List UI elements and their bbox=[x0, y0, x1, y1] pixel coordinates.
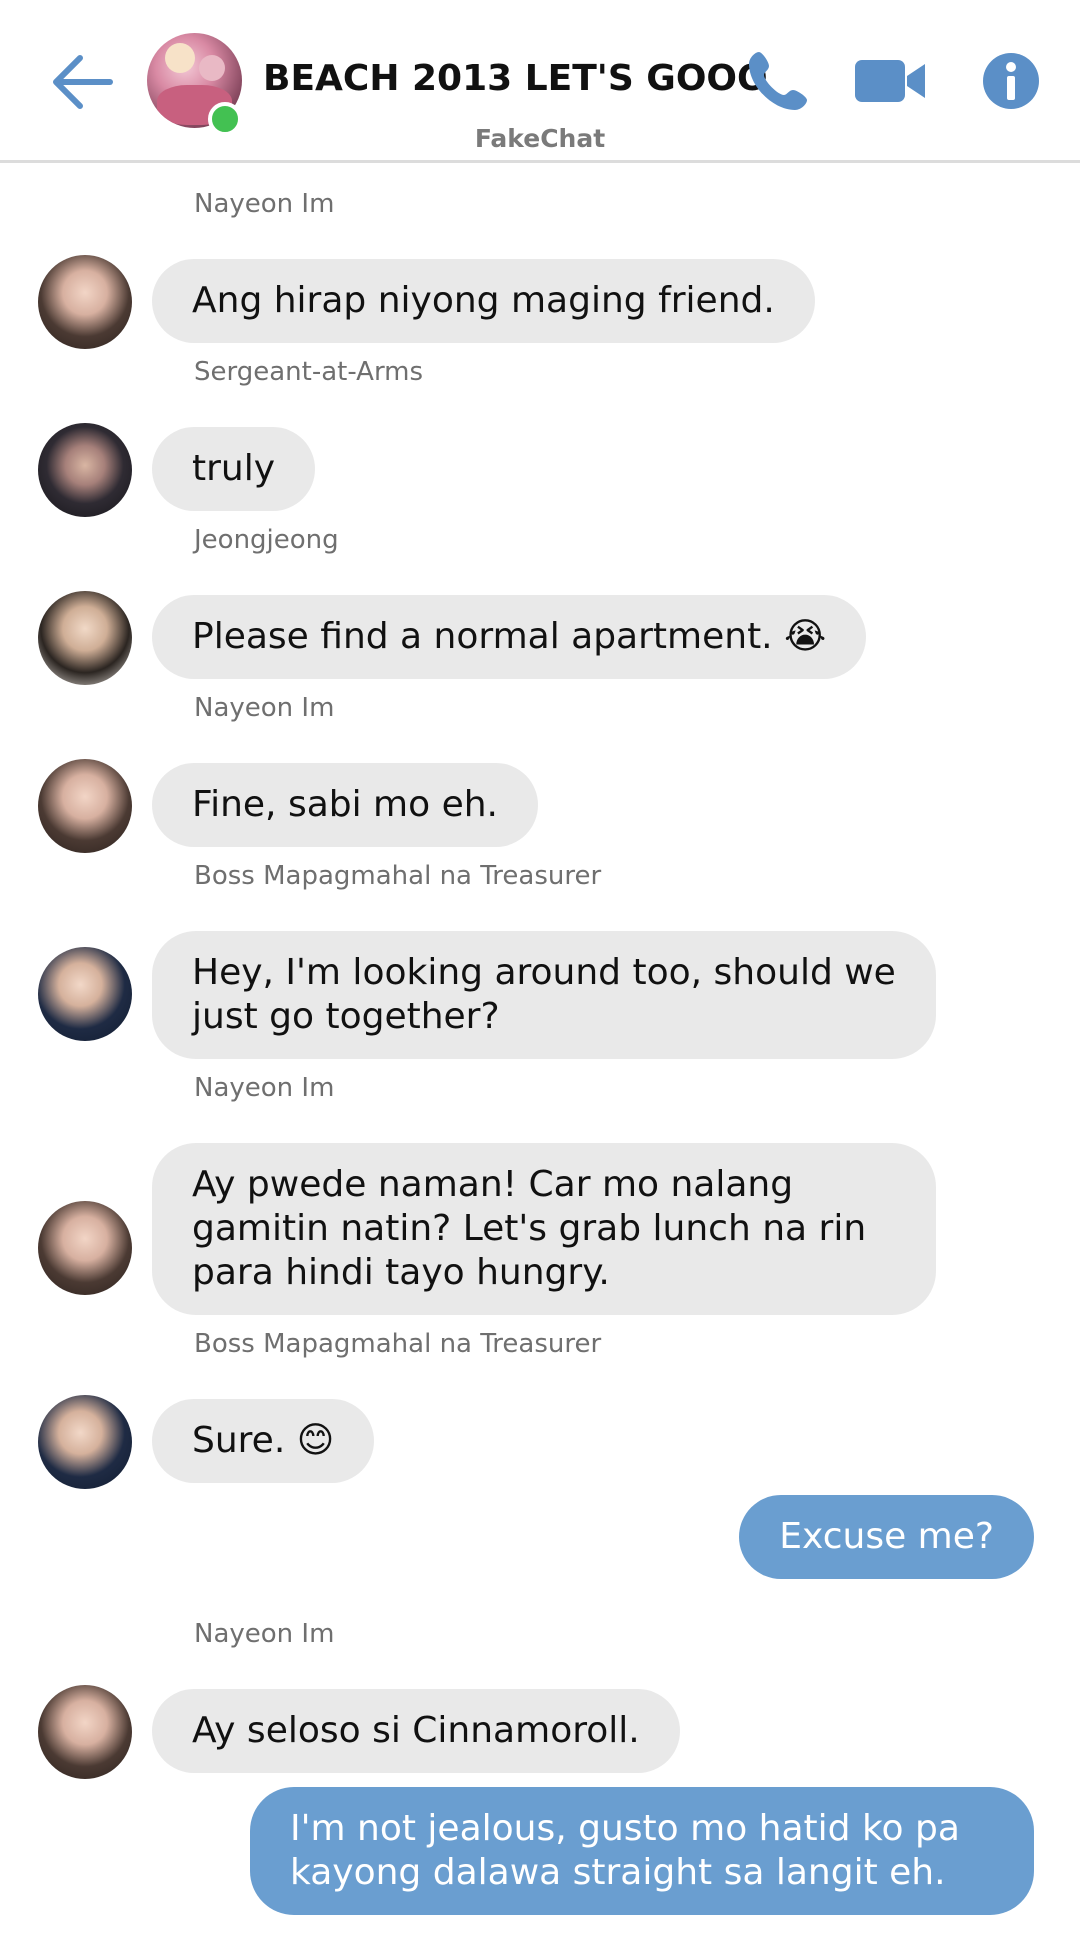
message-bubble[interactable]: Ay pwede naman! Car mo nalang gamitin na… bbox=[152, 1143, 936, 1315]
avatar[interactable] bbox=[38, 423, 132, 517]
avatar[interactable] bbox=[38, 1685, 132, 1779]
call-button[interactable] bbox=[745, 48, 811, 114]
avatar[interactable] bbox=[38, 255, 132, 349]
avatar[interactable] bbox=[38, 1201, 132, 1295]
message-bubble[interactable]: Hey, I'm looking around too, should we j… bbox=[152, 931, 936, 1059]
avatar[interactable] bbox=[38, 759, 132, 853]
sender-name: Boss Mapagmahal na Treasurer bbox=[194, 861, 602, 891]
sender-name: Sergeant-at-Arms bbox=[194, 357, 424, 387]
message-bubble[interactable]: truly bbox=[152, 427, 316, 511]
sender-name: Nayeon Im bbox=[194, 189, 335, 219]
my-message-bubble[interactable]: I'm not jealous, gusto mo hatid ko pa ka… bbox=[250, 1787, 1034, 1915]
arrow-left-icon bbox=[53, 55, 113, 109]
video-call-button[interactable] bbox=[853, 48, 927, 114]
sender-name: Nayeon Im bbox=[194, 1073, 335, 1103]
phone-icon bbox=[749, 52, 807, 110]
sender-name: Nayeon Im bbox=[194, 693, 335, 723]
info-button[interactable] bbox=[982, 52, 1040, 110]
message-bubble[interactable]: Ang hirap niyong maging friend. bbox=[152, 259, 815, 343]
avatar[interactable] bbox=[38, 947, 132, 1041]
video-camera-icon bbox=[855, 60, 925, 102]
chat-header: BEACH 2013 LET'S GOOO FakeChat bbox=[0, 0, 1080, 163]
chat-subtitle: FakeChat bbox=[474, 124, 606, 153]
message-bubble[interactable]: Ay seloso si Cinnamoroll. bbox=[152, 1689, 680, 1773]
message-bubble[interactable]: Sure. 😊 bbox=[152, 1399, 375, 1483]
back-button[interactable] bbox=[48, 50, 116, 114]
info-icon bbox=[983, 53, 1039, 109]
avatar[interactable] bbox=[38, 1395, 132, 1489]
chat-title[interactable]: BEACH 2013 LET'S GOOO bbox=[263, 58, 768, 99]
sender-name: Nayeon Im bbox=[194, 1619, 335, 1649]
message-list[interactable]: Nayeon Im Ang hirap niyong maging friend… bbox=[0, 163, 1080, 1935]
avatar[interactable] bbox=[38, 591, 132, 685]
sender-name: Jeongjeong bbox=[194, 525, 339, 555]
sender-name: Boss Mapagmahal na Treasurer bbox=[194, 1329, 602, 1359]
message-bubble[interactable]: Please find a normal apartment. 😭 bbox=[152, 595, 867, 679]
my-message-bubble[interactable]: Excuse me? bbox=[739, 1495, 1034, 1579]
message-bubble[interactable]: Fine, sabi mo eh. bbox=[152, 763, 538, 847]
